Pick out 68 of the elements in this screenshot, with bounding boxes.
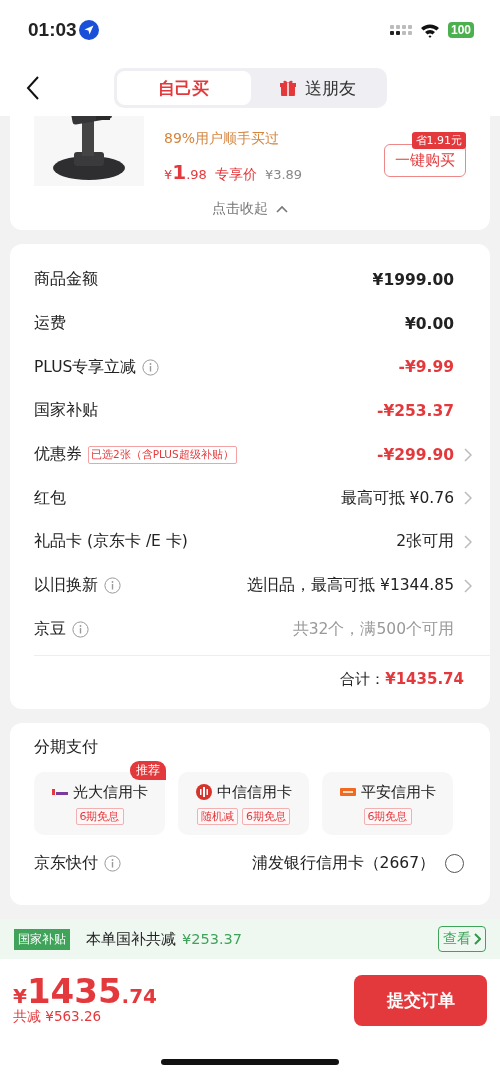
chevron-right-icon[interactable] [464,491,472,506]
row-value: -¥9.99 [398,358,454,377]
installment-card[interactable]: 中信信用卡 随机减 6期免息 [178,772,309,836]
chevron-right-icon [474,933,481,945]
card-name: 浦发银行信用卡（2667） [251,852,435,874]
bank-logo-icon [195,784,212,801]
chevron-up-icon [276,205,288,213]
row-label: 京豆 [34,618,66,640]
subsidy-text: 本单国补共减 [86,929,176,949]
total-savings: 共减 ¥563.26 [13,1008,103,1026]
info-icon[interactable] [104,854,121,872]
installment-card[interactable]: 平安信用卡 6期免息 [322,772,453,836]
row-value: ¥0.00 [404,314,454,333]
savings-badge: 省1.91元 [411,132,466,149]
row-label: 礼品卡 (京东卡 /E 卡) [34,531,188,553]
price-label: 专享价 [214,166,257,184]
total-value: ¥1435.74 [385,670,464,690]
row-label: 商品金额 [34,269,98,291]
subsidy-amount: ¥253.37 [182,931,242,947]
row-value: 最高可抵 ¥0.76 [340,487,454,509]
social-proof: 89%用户顺手买过 [164,130,281,148]
row-label: PLUS专享立减 [34,356,137,378]
section-title: 分期支付 [34,737,99,759]
bank-logo-icon [51,788,68,797]
clock: 01:03 [28,19,77,41]
submit-button[interactable]: 提交订单 [354,974,487,1026]
battery-indicator: 100 [447,22,474,38]
total-price: ¥1435.74 [13,974,157,1008]
subsidy-tag: 国家补贴 [14,928,70,950]
collapse-link[interactable]: 点击收起 [212,200,288,218]
exclusive-price: ¥1.98 [164,160,207,184]
info-icon[interactable] [72,620,89,638]
promo-tag: 随机减 [197,807,238,825]
row-value: -¥299.90 [376,445,454,464]
bank-name: 中信信用卡 [216,782,292,802]
row-value: 2张可用 [396,531,454,553]
recommend-badge: 推荐 [130,761,166,781]
back-icon[interactable] [26,75,40,101]
wifi-icon [419,22,440,38]
row-label: 京东快付 [34,852,98,874]
coupon-tag: 已选2张（含PLUS超级补贴） [88,445,237,464]
chevron-right-icon[interactable] [464,447,472,462]
bank-logo-icon [339,788,356,797]
bank-name: 平安信用卡 [360,782,436,802]
promo-tag: 6期免息 [242,807,290,825]
chevron-right-icon[interactable] [464,578,472,593]
row-value: 共32个，满500个可用 [292,618,454,640]
row-value: 选旧品，最高可抵 ¥1344.85 [247,575,454,597]
total-label: 合计： [340,670,386,690]
row-label: 国家补贴 [34,400,98,422]
row-label: 以旧换新 [34,575,98,597]
view-button[interactable]: 查看 [438,926,486,952]
bank-name: 光大信用卡 [72,782,148,802]
location-icon [78,20,99,40]
info-icon[interactable] [104,577,121,595]
row-value: ¥1999.00 [372,270,454,289]
promo-tag: 6期免息 [363,807,412,825]
row-label: 运费 [34,313,66,335]
signal-icon [389,24,412,36]
chevron-right-icon[interactable] [464,534,472,549]
row-label: 红包 [34,487,66,509]
tab[interactable]: 送朋友 [250,71,384,105]
info-icon[interactable] [142,358,160,376]
row-label: 优惠券 [34,444,82,466]
promo-tag: 6期免息 [75,807,124,825]
row-value: -¥253.37 [376,401,454,420]
tab[interactable]: 自己买 [117,71,251,105]
original-price: ¥3.89 [264,167,303,182]
